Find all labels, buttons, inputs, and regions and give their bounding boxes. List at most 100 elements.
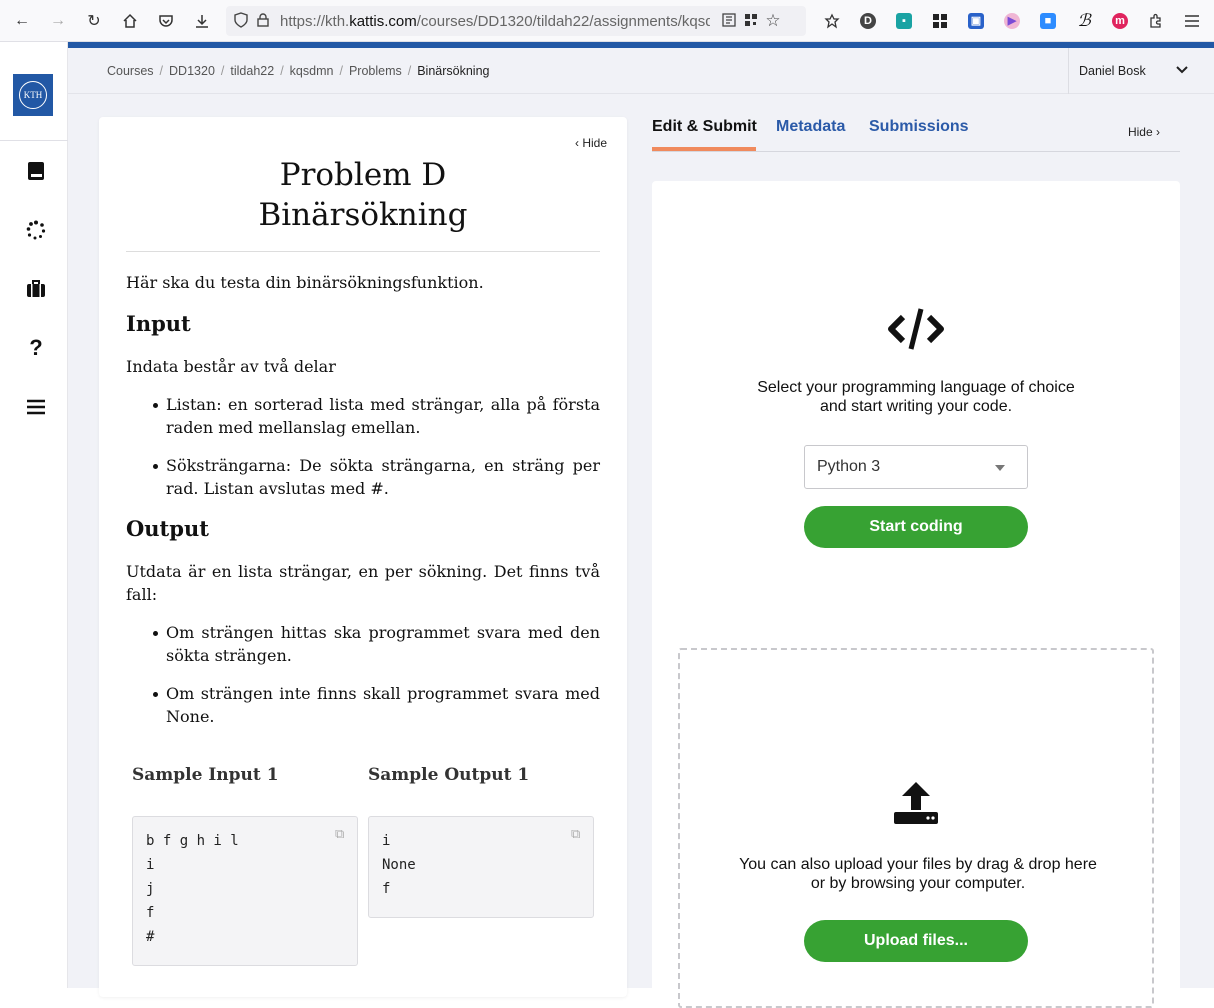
sample-line: None	[382, 857, 416, 873]
qr-code-icon[interactable]	[740, 13, 762, 30]
tab-submissions[interactable]: Submissions	[869, 118, 969, 136]
input-list: Listan: en sorterad lista med strängar, …	[126, 393, 600, 500]
tab-edit-submit[interactable]: Edit & Submit	[652, 118, 757, 136]
file-drop-zone[interactable]: You can also upload your files by drag &…	[678, 648, 1154, 1008]
output-description: Utdata är en lista strängar, en per sökn…	[126, 562, 600, 604]
sidebar: KTH ?	[0, 42, 68, 988]
help-icon[interactable]: ?	[24, 335, 48, 360]
extension-grid-icon[interactable]	[922, 5, 958, 37]
sample-output-box[interactable]: ⧉ i None f	[368, 816, 594, 918]
download-icon[interactable]	[184, 5, 220, 37]
extension-d-icon[interactable]: D	[850, 5, 886, 37]
extensions-toolbar: D ▪ ▣ ▶ ■ ℬ m	[814, 5, 1210, 37]
reader-view-icon[interactable]	[718, 12, 740, 30]
kth-logo-text: KTH	[19, 81, 47, 109]
sample-line: j	[146, 881, 155, 897]
chevron-right-icon: ›	[1156, 125, 1160, 139]
extension-m-icon[interactable]: m	[1102, 5, 1138, 37]
user-name: Daniel Bosk	[1079, 64, 1146, 78]
extension-contact-icon[interactable]: ▣	[958, 5, 994, 37]
copy-icon[interactable]: ⧉	[335, 823, 349, 842]
book-icon[interactable]	[24, 159, 48, 183]
breadcrumb-assignment[interactable]: kqsdmn	[290, 64, 334, 78]
start-coding-button[interactable]: Start coding	[804, 506, 1028, 548]
breadcrumb: Courses / DD1320 / tildah22 / kqsdmn / P…	[107, 64, 489, 78]
editor-tabs: Edit & Submit Metadata Submissions Hide …	[652, 116, 1180, 152]
list-item: Listan: en sorterad lista med strängar, …	[126, 393, 600, 439]
problem-title: Problem D Binärsökning	[126, 155, 600, 235]
active-tab-indicator	[652, 147, 756, 151]
hide-editor-label: Hide	[1127, 125, 1153, 139]
sample-line: #	[146, 929, 155, 945]
title-divider	[126, 251, 600, 252]
sample-input-box[interactable]: ⧉ b f g h i l i j f #	[132, 816, 358, 966]
sample-line: i	[382, 833, 391, 849]
sample-line: i	[146, 857, 155, 873]
chevron-left-icon: ‹	[575, 136, 579, 150]
url-prefix: https://kth.	[280, 12, 350, 30]
sample-line: f	[146, 905, 155, 921]
problem-letter: Problem D	[279, 157, 447, 193]
problem-name: Binärsökning	[258, 197, 468, 233]
breadcrumb-separator: /	[220, 64, 225, 78]
breadcrumb-problems[interactable]: Problems	[349, 64, 402, 78]
pocket-icon[interactable]	[148, 5, 184, 37]
problem-intro: Här ska du testa din binärsökningsfunkti…	[126, 273, 484, 292]
upload-hint: You can also upload your files by drag &…	[739, 856, 1097, 892]
sample-line: b f g h i l	[146, 833, 239, 849]
output-heading: Output	[126, 516, 209, 541]
language-hint: Select your programming language of choi…	[757, 379, 1075, 415]
kth-logo[interactable]: KTH	[13, 74, 53, 116]
shield-icon[interactable]	[230, 11, 252, 31]
breadcrumb-separator: /	[339, 64, 343, 78]
copy-icon[interactable]: ⧉	[571, 823, 585, 842]
extension-beta-icon[interactable]: ℬ	[1066, 5, 1102, 37]
problem-body: Här ska du testa din binärsökningsfunkti…	[126, 271, 600, 746]
app-menu-icon[interactable]	[1174, 5, 1210, 37]
language-select-value: Python 3	[817, 458, 881, 475]
menu-icon[interactable]	[24, 395, 48, 419]
url-text[interactable]: https://kth.kattis.com/courses/DD1320/ti…	[280, 13, 710, 30]
list-item: Om strängen inte finns skall programmet …	[126, 682, 600, 728]
list-item: Om strängen hittas ska programmet svara …	[126, 621, 600, 667]
sample-line: f	[382, 881, 391, 897]
code-icon	[888, 308, 944, 350]
url-path: /courses/DD1320/tildah22/assignments/kqs…	[416, 12, 710, 30]
caret-down-icon	[995, 465, 1005, 471]
url-domain: kattis.com	[349, 12, 417, 30]
sample-output-heading: Sample Output 1	[368, 765, 530, 785]
upload-icon	[894, 782, 938, 824]
hide-editor-button[interactable]: Hide ›	[1128, 125, 1160, 139]
problem-statement-panel: ‹ Hide Problem D Binärsökning Här ska du…	[99, 117, 627, 997]
breadcrumb-courses[interactable]: Courses	[107, 64, 154, 78]
extensions-puzzle-icon[interactable]	[1138, 5, 1174, 37]
zoom-icon[interactable]: ■	[1030, 5, 1066, 37]
hide-problem-button[interactable]: ‹ Hide	[575, 136, 607, 150]
language-select[interactable]: Python 3	[804, 445, 1028, 489]
breadcrumb-separator: /	[407, 64, 412, 78]
breadcrumb-offering[interactable]: tildah22	[230, 64, 274, 78]
breadcrumb-bar: Courses / DD1320 / tildah22 / kqsdmn / P…	[68, 48, 1214, 94]
input-description: Indata består av två delar	[126, 357, 336, 376]
breadcrumb-current: Binärsökning	[417, 64, 490, 78]
url-bar[interactable]: https://kth.kattis.com/courses/DD1320/ti…	[226, 6, 806, 36]
briefcase-icon[interactable]	[24, 277, 48, 301]
breadcrumb-separator: /	[159, 64, 164, 78]
reload-icon[interactable]: ↻	[76, 5, 112, 37]
extension-save-icon[interactable]: ▪	[886, 5, 922, 37]
chevron-down-icon[interactable]	[1176, 61, 1188, 77]
forward-icon[interactable]: →	[40, 5, 76, 37]
home-icon[interactable]	[112, 5, 148, 37]
back-icon[interactable]: ←	[4, 5, 40, 37]
lock-icon[interactable]	[252, 12, 274, 30]
upload-files-button[interactable]: Upload files...	[804, 920, 1028, 962]
sidebar-divider	[0, 140, 68, 141]
tab-metadata[interactable]: Metadata	[776, 118, 845, 136]
pocket-save-icon[interactable]	[814, 5, 850, 37]
user-menu[interactable]: Daniel Bosk	[1068, 48, 1202, 94]
bookmark-star-icon[interactable]: ☆	[762, 11, 784, 31]
spinner-icon[interactable]	[24, 218, 48, 242]
main-content: Courses / DD1320 / tildah22 / kqsdmn / P…	[68, 42, 1214, 1008]
extension-video-icon[interactable]: ▶	[994, 5, 1030, 37]
breadcrumb-course[interactable]: DD1320	[169, 64, 215, 78]
